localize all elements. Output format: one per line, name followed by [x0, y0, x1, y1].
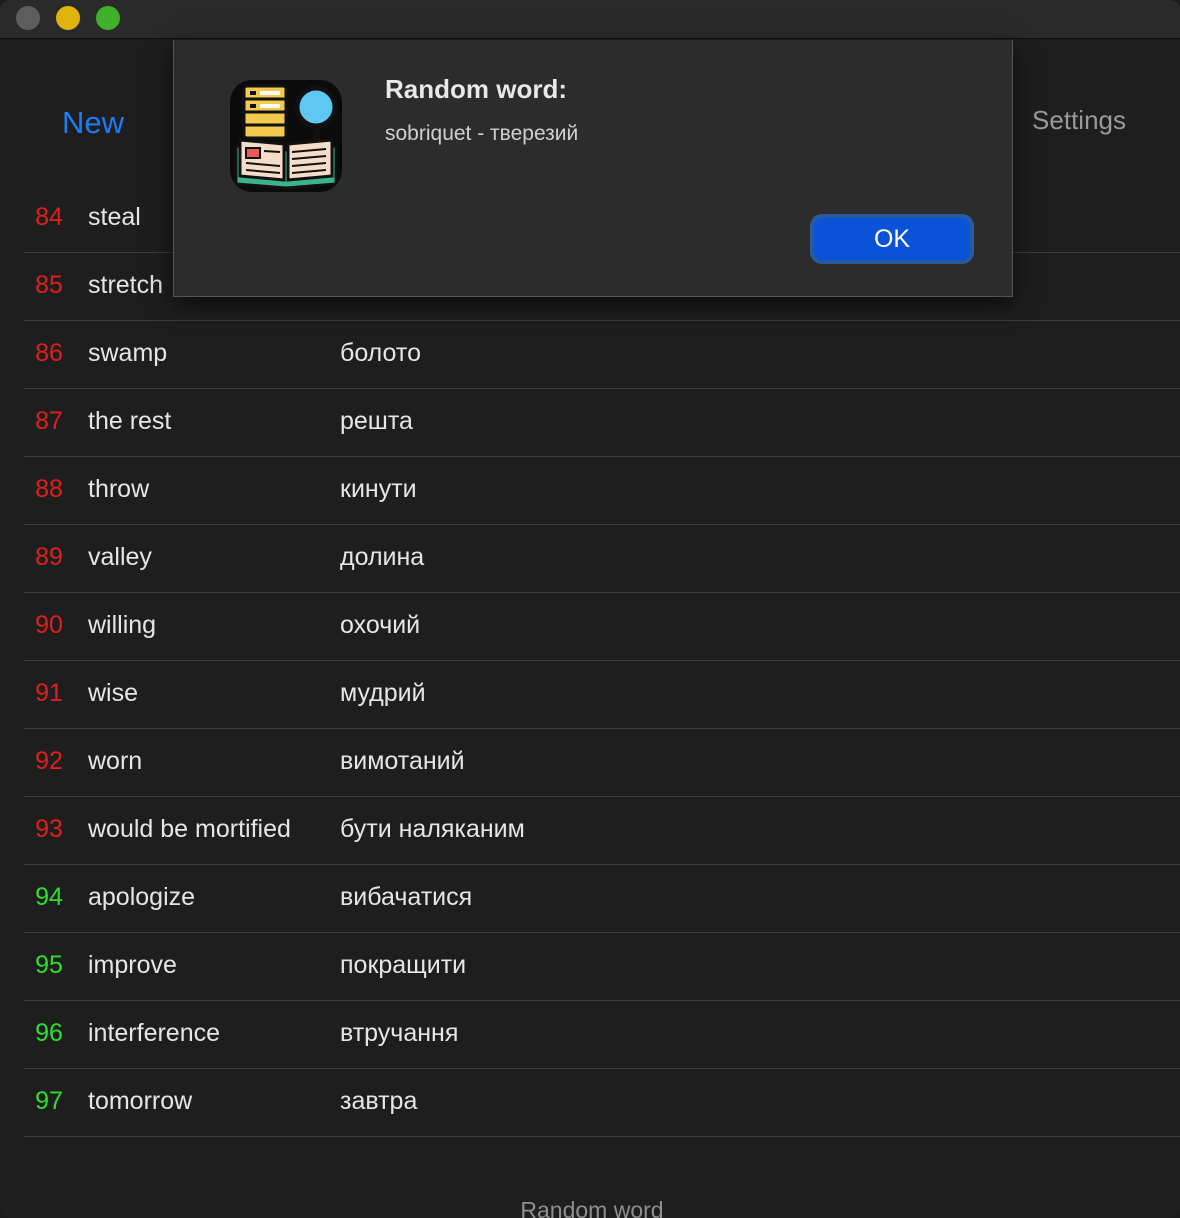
new-button[interactable]: New — [62, 105, 124, 141]
word-text: stretch — [88, 271, 164, 299]
word-row[interactable]: 94 apologize вибачатися — [24, 865, 1180, 933]
word-number: 97 — [35, 1087, 63, 1115]
word-text: worn — [88, 747, 143, 775]
random-word-alert: Random word: sobriquet - тверезий OK — [173, 40, 1013, 297]
title-bar[interactable] — [0, 0, 1180, 39]
word-text: throw — [88, 475, 150, 503]
word-text: apologize — [88, 883, 196, 911]
word-text: the rest — [88, 407, 172, 435]
word-translation: болото — [340, 339, 421, 367]
word-row[interactable]: 91 wise мудрий — [24, 661, 1180, 729]
alert-title: Random word: — [385, 74, 567, 104]
word-text: steal — [88, 203, 141, 231]
word-number: 87 — [35, 407, 63, 435]
word-row[interactable]: 89 valley долина — [24, 525, 1180, 593]
word-translation: решта — [340, 407, 413, 435]
alert-message: sobriquet - тверезий — [385, 122, 579, 145]
word-number: 84 — [35, 203, 63, 231]
word-translation: вибачатися — [340, 883, 473, 911]
word-text: wise — [88, 679, 139, 707]
word-row[interactable]: 88 throw кинути — [24, 457, 1180, 525]
random-word-button[interactable]: Random word — [2, 1197, 1180, 1218]
word-list: 84 steal 85 stretch 86 swamp болото 87 the rest р… — [24, 185, 1180, 1137]
word-text: improve — [88, 951, 177, 979]
word-text: valley — [88, 543, 152, 571]
word-number: 88 — [35, 475, 63, 503]
dictionary-app-icon — [230, 80, 342, 192]
word-number: 94 — [35, 883, 63, 911]
close-window-button[interactable] — [16, 6, 40, 30]
word-number: 93 — [35, 815, 63, 843]
word-translation: охочий — [340, 611, 421, 639]
word-number: 91 — [35, 679, 63, 707]
word-number: 90 — [35, 611, 63, 639]
word-translation: бути наляканим — [340, 815, 525, 843]
word-translation: покращити — [340, 951, 467, 979]
word-row[interactable]: 95 improve покращити — [24, 933, 1180, 1001]
word-text: would be mortified — [88, 815, 291, 843]
settings-button[interactable]: Settings — [1032, 105, 1126, 136]
word-number: 89 — [35, 543, 63, 571]
word-row[interactable]: 97 tomorrow завтра — [24, 1069, 1180, 1137]
word-translation: долина — [340, 543, 425, 571]
word-number: 95 — [35, 951, 63, 979]
app-window: New Settings 84 steal 85 stretch 86 swamp боло… — [0, 0, 1180, 1218]
word-row[interactable]: 86 swamp болото — [24, 321, 1180, 389]
ok-button[interactable]: OK — [814, 218, 970, 260]
word-text: willing — [88, 611, 157, 639]
word-text: interference — [88, 1019, 221, 1047]
word-translation: втручання — [340, 1019, 459, 1047]
word-translation: завтра — [340, 1087, 418, 1115]
word-row[interactable]: 90 willing охочий — [24, 593, 1180, 661]
word-row[interactable]: 93 would be mortified бути наляканим — [24, 797, 1180, 865]
word-row[interactable]: 92 worn вимотаний — [24, 729, 1180, 797]
word-translation: мудрий — [340, 679, 426, 707]
word-translation: кинути — [340, 475, 417, 503]
word-number: 86 — [35, 339, 63, 367]
word-row[interactable]: 87 the rest решта — [24, 389, 1180, 457]
word-translation: вимотаний — [340, 747, 465, 775]
word-number: 85 — [35, 271, 63, 299]
word-text: tomorrow — [88, 1087, 193, 1115]
zoom-window-button[interactable] — [96, 6, 120, 30]
word-row[interactable]: 96 interference втручання — [24, 1001, 1180, 1069]
word-number: 96 — [35, 1019, 63, 1047]
word-text: swamp — [88, 339, 168, 367]
word-number: 92 — [35, 747, 63, 775]
minimize-window-button[interactable] — [56, 6, 80, 30]
